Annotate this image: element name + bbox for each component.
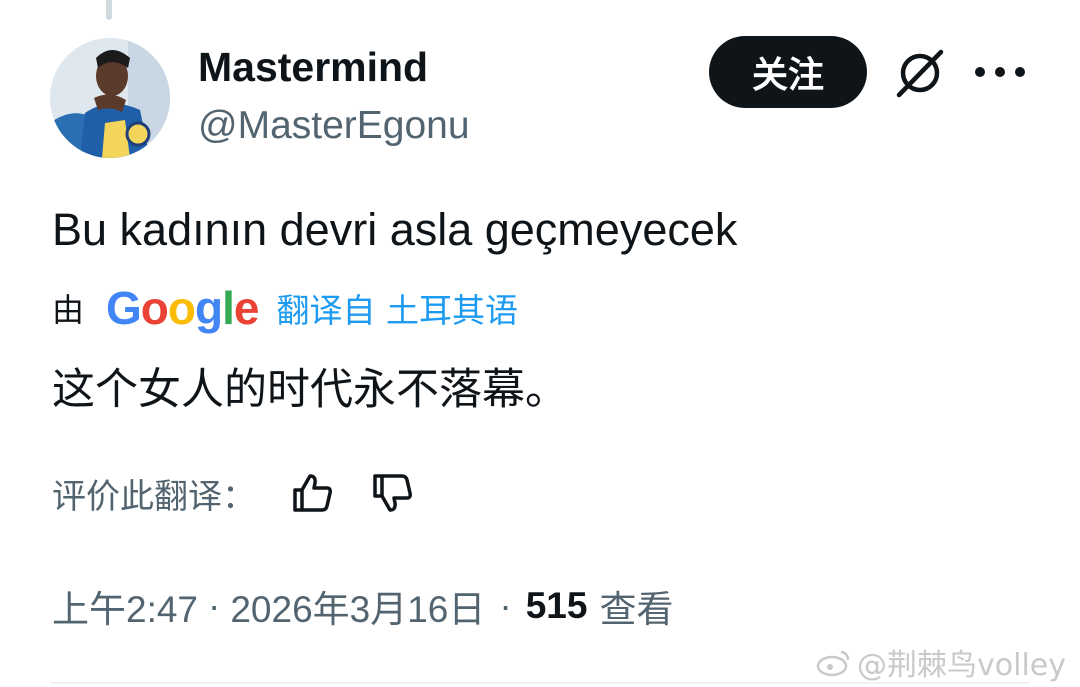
follow-button[interactable]: 关注 <box>709 36 867 108</box>
rate-translation-row: 评价此翻译： <box>52 465 416 521</box>
avatar[interactable] <box>50 38 170 158</box>
watermark-text: @荆棘鸟volley <box>857 648 1066 683</box>
tweet-date[interactable]: 2026年3月16日 <box>230 579 485 633</box>
rate-translation-label: 评价此翻译： <box>52 476 256 517</box>
display-name[interactable]: Mastermind <box>198 44 428 91</box>
views-count[interactable]: 515 <box>526 585 588 627</box>
divider <box>50 682 1030 684</box>
translated-text: 这个女人的时代永不落幕。 <box>52 365 568 415</box>
google-logo: Google <box>106 282 259 334</box>
meta-separator: · <box>499 585 512 626</box>
more-dots-icon[interactable] <box>975 58 1031 86</box>
thread-connector <box>106 0 112 20</box>
translated-by-prefix: 由 <box>52 291 85 329</box>
slash-circle-icon[interactable] <box>890 43 950 103</box>
thumbs-down-icon[interactable] <box>370 470 416 516</box>
translation-attribution: 由 Google 翻译自 土耳其语 <box>52 280 518 336</box>
avatar-image <box>50 38 170 158</box>
weibo-logo-icon <box>816 650 850 677</box>
thumbs-up-icon[interactable] <box>290 470 336 516</box>
tweet-time[interactable]: 上午2:47 <box>52 579 198 633</box>
user-handle[interactable]: @MasterEgonu <box>198 104 470 148</box>
views-label: 查看 <box>599 589 674 630</box>
tweet-meta: 上午2:47 · 2026年3月16日 · 515 查看 <box>52 578 673 634</box>
translated-from-link[interactable]: 翻译自 土耳其语 <box>277 284 519 332</box>
meta-separator: · <box>208 585 221 626</box>
watermark: @荆棘鸟volley <box>815 640 1066 684</box>
tweet-text: Bu kadının devri asla geçmeyecek <box>52 204 738 255</box>
